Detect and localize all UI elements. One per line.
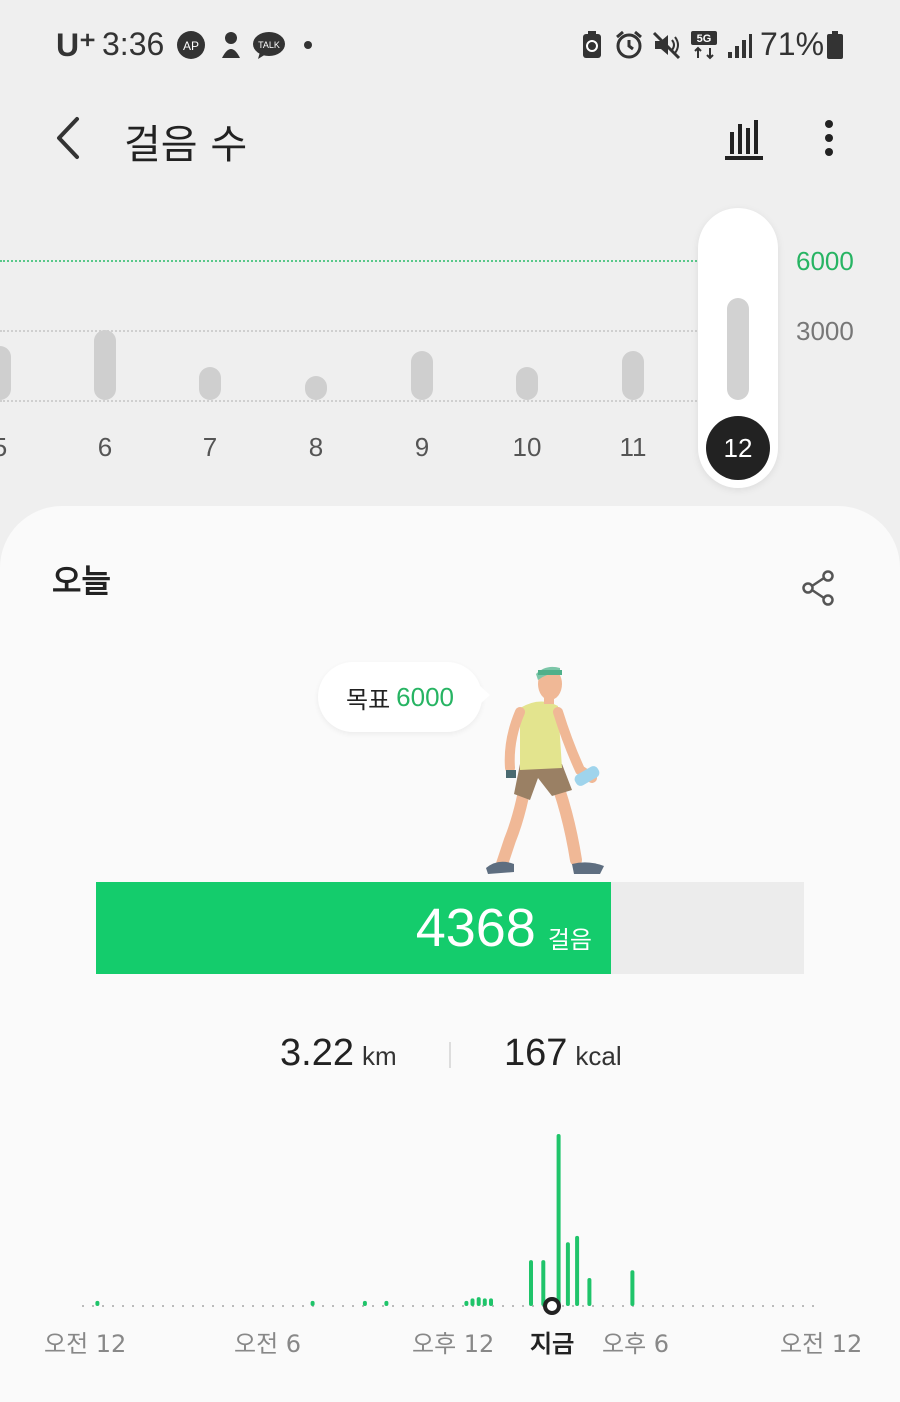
- battery-saver-icon: [580, 30, 604, 60]
- distance-stat: 3.22 km: [280, 1032, 450, 1082]
- weekly-steps-chart: 6000 3000 56789 10 11 12: [0, 200, 900, 500]
- week-bar-10[interactable]: [516, 367, 538, 400]
- week-bar-5[interactable]: [0, 346, 11, 400]
- hour-label-six-pm: 오후 6: [602, 1330, 670, 1358]
- week-bar-12[interactable]: [727, 298, 749, 400]
- kakaotalk-icon: TALK: [252, 30, 286, 60]
- ap-app-icon: AP: [176, 30, 206, 60]
- trends-button[interactable]: [716, 112, 772, 164]
- week-bar-11[interactable]: [622, 351, 644, 400]
- share-button[interactable]: [796, 566, 840, 610]
- notification-dot-icon: [302, 30, 314, 60]
- calories-unit: kcal: [575, 1041, 622, 1071]
- mute-icon: [652, 30, 682, 60]
- hourly-bar: [310, 1300, 315, 1306]
- week-bar-8[interactable]: [305, 376, 327, 400]
- svg-text:TALK: TALK: [258, 40, 280, 50]
- week-day-label-5[interactable]: 5: [0, 432, 40, 463]
- week-day-label-9[interactable]: 9: [382, 432, 462, 463]
- chevron-left-icon: [57, 117, 79, 159]
- steps-count-label: 4368 걸음: [96, 882, 592, 974]
- hourly-bar: [476, 1297, 481, 1306]
- week-day-label-7[interactable]: 7: [170, 432, 250, 463]
- mid-axis-label: 3000: [796, 316, 854, 346]
- stats-divider: [449, 1042, 451, 1068]
- week-bar-6[interactable]: [94, 330, 116, 400]
- carrier-label: U⁺: [56, 27, 96, 63]
- distance-unit: km: [361, 1041, 397, 1071]
- 5g-data-icon: 5G: [690, 30, 718, 60]
- hourly-bar: [541, 1260, 546, 1306]
- hourly-bar: [630, 1270, 635, 1306]
- share-icon: [802, 570, 834, 606]
- hourly-bar: [556, 1134, 561, 1306]
- hour-label-midnight: 오전 12: [44, 1330, 127, 1358]
- current-time-marker: [543, 1297, 561, 1315]
- goal-prefix: 목표: [345, 685, 391, 714]
- hourly-bar: [482, 1298, 487, 1306]
- week-day-label-11[interactable]: 11: [593, 432, 673, 463]
- person-app-icon: [218, 30, 244, 60]
- steps-unit: 걸음: [547, 925, 592, 954]
- base-gridline: [0, 400, 700, 402]
- goal-value: 6000: [396, 681, 454, 712]
- svg-text:AP: AP: [183, 39, 199, 53]
- signal-icon: [726, 30, 752, 60]
- status-bar: U⁺ 3:36 AP TALK 5G 71%: [0, 0, 900, 90]
- hourly-bar: [575, 1235, 580, 1306]
- more-options-button[interactable]: [806, 112, 852, 164]
- hourly-bar: [464, 1300, 469, 1306]
- hourly-bar: [529, 1260, 533, 1306]
- hourly-bar: [384, 1300, 389, 1306]
- week-day-label-6[interactable]: 6: [65, 432, 145, 463]
- hourly-bar: [489, 1298, 493, 1306]
- goal-line: [0, 260, 700, 262]
- steps-value: 4368: [415, 898, 536, 958]
- goal-bubble: 목표 6000: [318, 662, 482, 732]
- battery-icon: [826, 30, 844, 60]
- back-button[interactable]: [40, 108, 96, 168]
- svg-text:5G: 5G: [697, 33, 712, 45]
- today-title: 오늘: [52, 562, 111, 600]
- battery-percent: 71%: [760, 26, 825, 62]
- goal-axis-label: 6000: [796, 246, 854, 276]
- week-day-label-12[interactable]: 12: [706, 416, 770, 480]
- hour-label-noon: 오후 12: [412, 1330, 495, 1358]
- hour-label-six-am: 오전 6: [234, 1330, 302, 1358]
- hourly-steps-chart: [82, 1134, 820, 1315]
- alarm-icon: [614, 30, 644, 60]
- page-title: 걸음 수: [124, 122, 248, 168]
- more-vertical-icon: [825, 120, 833, 156]
- walking-person-illustration: [486, 666, 604, 874]
- calories-value: 167: [504, 1032, 568, 1074]
- distance-value: 3.22: [280, 1032, 354, 1074]
- week-bar-9[interactable]: [411, 351, 433, 400]
- hourly-bar: [362, 1300, 367, 1306]
- week-day-label-10[interactable]: 10: [487, 432, 567, 463]
- week-day-label-8[interactable]: 8: [276, 432, 356, 463]
- hour-label-now: 지금: [530, 1330, 575, 1358]
- week-bar-7[interactable]: [199, 367, 221, 400]
- hourly-bar: [95, 1300, 100, 1306]
- calories-stat: 167 kcal: [504, 1032, 674, 1082]
- clock: 3:36: [102, 26, 165, 62]
- hourly-bar: [565, 1242, 570, 1306]
- hour-label-midnight-end: 오전 12: [780, 1330, 863, 1358]
- hourly-bar: [587, 1278, 592, 1306]
- hourly-bar: [470, 1298, 475, 1306]
- bar-chart-icon: [725, 120, 763, 160]
